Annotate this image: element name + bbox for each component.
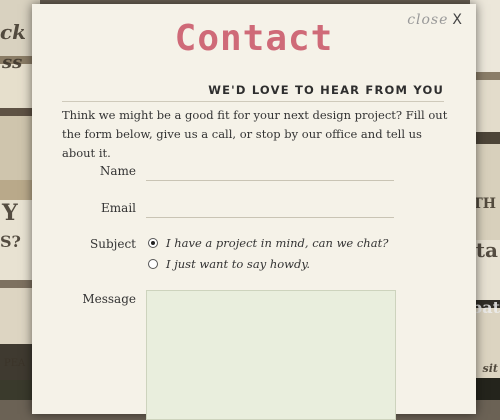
- subject-option-label: I have a project in mind, can we chat?: [166, 236, 389, 250]
- message-label: Message: [82, 292, 136, 306]
- page-title: Contact: [174, 18, 334, 59]
- radio-unselected-icon[interactable]: [148, 259, 158, 269]
- subject-option-howdy[interactable]: I just want to say howdy.: [148, 257, 310, 271]
- background-fragment: Y: [2, 200, 18, 226]
- name-label: Name: [99, 164, 136, 178]
- background-fragment: ss: [2, 52, 23, 73]
- email-field[interactable]: [146, 199, 394, 218]
- subject-label: Subject: [90, 237, 136, 251]
- background-fragment: sit: [482, 362, 498, 375]
- intro-text: Think we might be a good fit for your ne…: [62, 108, 448, 160]
- contact-modal: close X Contact WE'D LOVE TO HEAR FROM Y…: [32, 4, 476, 420]
- background-fragment: S?: [0, 232, 21, 251]
- subject-option-project[interactable]: I have a project in mind, can we chat?: [148, 236, 388, 250]
- subject-option-label: I just want to say howdy.: [166, 257, 311, 271]
- background-fragment: ta: [475, 238, 498, 262]
- email-label: Email: [101, 201, 136, 215]
- divider: [62, 101, 444, 102]
- page-subtitle: WE'D LOVE TO HEAR FROM YOU: [208, 83, 444, 97]
- radio-selected-icon[interactable]: [148, 238, 158, 248]
- background-fragment: ck: [0, 20, 27, 44]
- background-fragment: PEA: [4, 358, 26, 369]
- name-field[interactable]: [146, 162, 394, 181]
- message-textarea[interactable]: [146, 290, 396, 420]
